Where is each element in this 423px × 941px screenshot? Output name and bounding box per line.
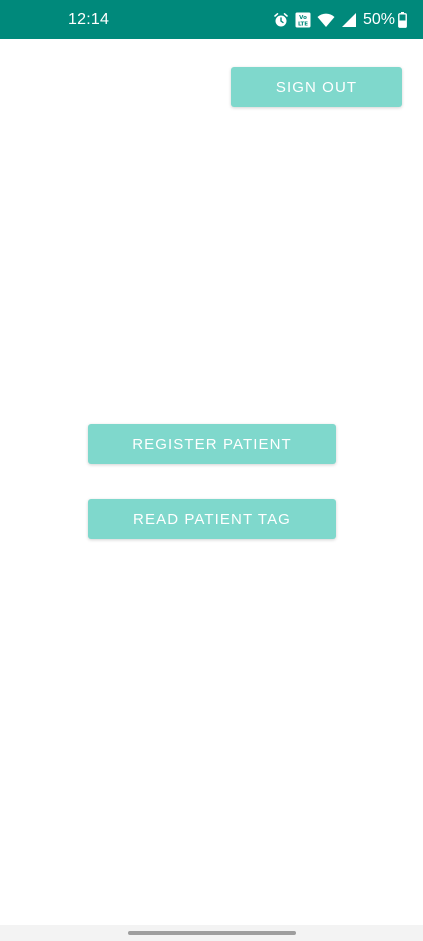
battery-percent: 50% <box>362 11 395 28</box>
navigation-bar <box>0 925 423 941</box>
sign-out-button[interactable]: SIGN OUT <box>231 67 402 107</box>
register-patient-button[interactable]: REGISTER PATIENT <box>88 424 336 464</box>
battery-icon <box>398 12 407 28</box>
alarm-icon <box>273 12 289 28</box>
signal-icon <box>341 12 357 28</box>
status-bar: 12:14 Vo LTE 50% <box>0 0 423 39</box>
volte-icon: Vo LTE <box>295 12 311 28</box>
gesture-handle[interactable] <box>128 931 296 935</box>
status-time: 12:14 <box>68 11 110 28</box>
wifi-icon <box>317 12 335 28</box>
status-icons: Vo LTE 50% <box>267 10 407 30</box>
read-patient-tag-button[interactable]: READ PATIENT TAG <box>88 499 336 539</box>
volte-badge-bottom: LTE <box>298 22 308 28</box>
volte-badge-top: Vo <box>299 15 307 21</box>
